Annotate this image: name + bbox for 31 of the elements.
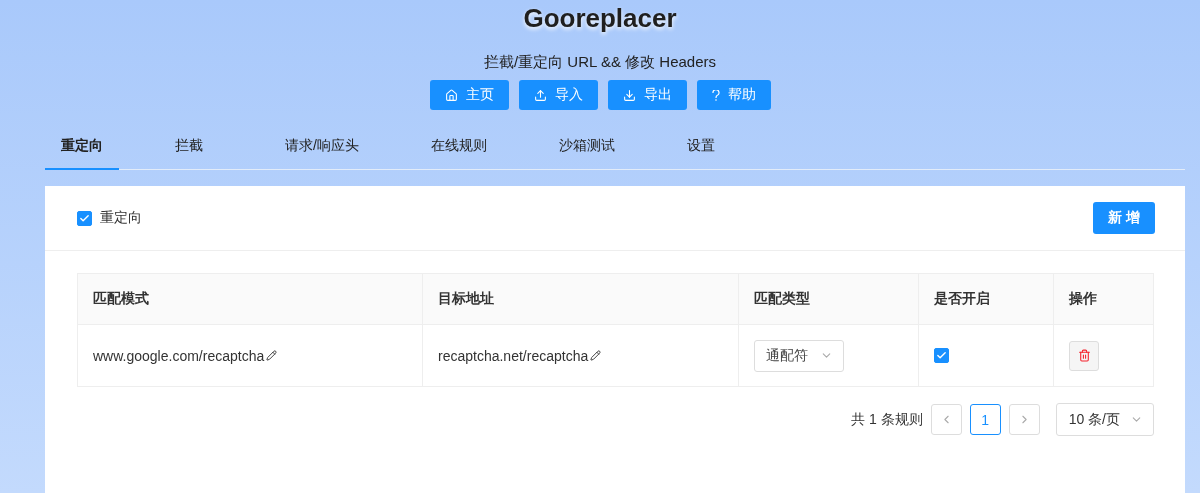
column-header: 匹配类型: [738, 273, 919, 325]
column-header: 匹配模式: [77, 273, 423, 325]
match-type-select[interactable]: 通配符: [754, 339, 844, 372]
tab[interactable]: 请求/响应头: [269, 127, 375, 170]
target-text: recaptcha.net/recaptcha: [438, 347, 589, 364]
delete-button[interactable]: [1069, 340, 1099, 371]
checkmark-icon: [79, 212, 90, 224]
tab[interactable]: 在线规则: [414, 127, 503, 170]
column-header: 是否开启: [918, 273, 1054, 325]
help-icon: [711, 89, 720, 101]
tab[interactable]: 重定向: [45, 127, 119, 170]
edit-icon[interactable]: [266, 350, 278, 361]
enabled-checkbox[interactable]: [934, 347, 949, 363]
column-header: 操作: [1053, 273, 1154, 325]
pattern-text: www.google.com/recaptcha: [93, 347, 265, 364]
app-subtitle: 拦截/重定向 URL && 修改 Headers: [484, 52, 716, 72]
trash-icon: [1077, 349, 1091, 362]
download-icon: [622, 88, 636, 102]
checkbox[interactable]: [77, 210, 92, 226]
checkbox-label: 重定向: [100, 209, 142, 227]
upload-icon: [533, 88, 547, 102]
column-header: 目标地址: [422, 273, 739, 325]
app-title: Gooreplacer: [523, 2, 677, 34]
home-icon: [444, 88, 458, 102]
total-count: 共 1 条规则: [851, 410, 923, 429]
tab[interactable]: 沙箱测试: [542, 127, 631, 170]
page-size-select[interactable]: 10 条/页: [1055, 403, 1154, 436]
edit-icon[interactable]: [590, 350, 602, 361]
checkmark-icon: [936, 349, 947, 361]
tab[interactable]: 设置: [670, 127, 741, 170]
tab[interactable]: 拦截: [159, 127, 229, 170]
